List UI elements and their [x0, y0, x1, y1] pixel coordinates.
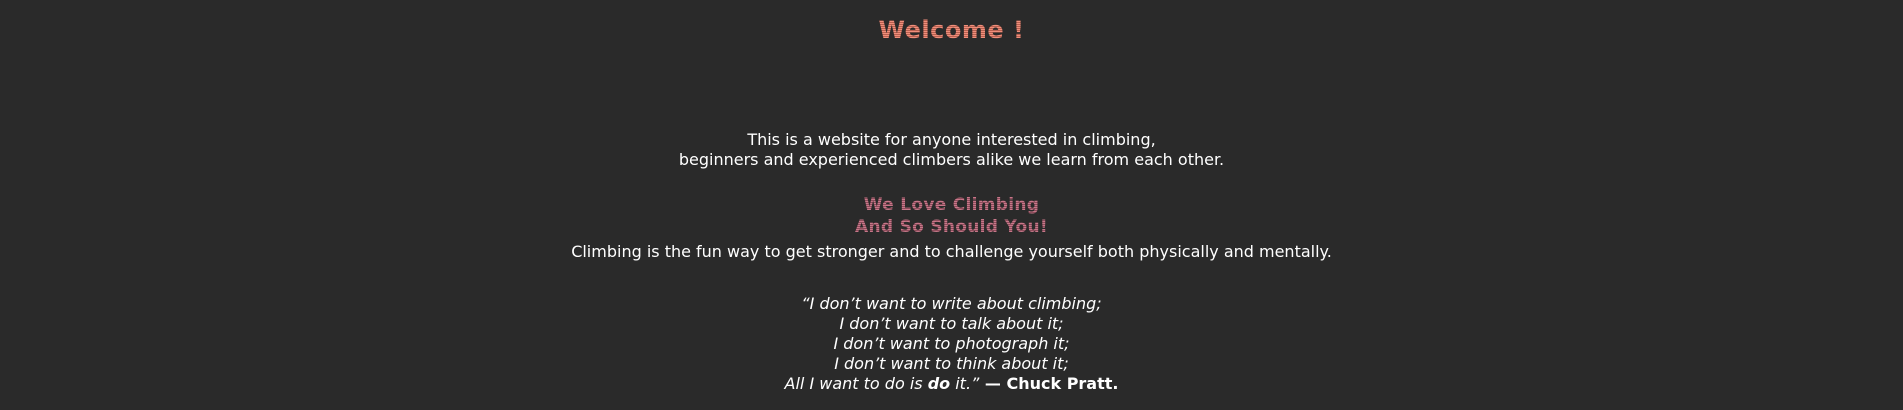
quote-line-5: All I want to do is do it.” — Chuck Prat…: [0, 374, 1903, 394]
quote-line-3: I don’t want to photograph it;: [833, 334, 1070, 353]
quote-emphasis: do: [927, 374, 951, 393]
quote-line-5-start: All I want to do is: [784, 374, 928, 393]
slogan-heading: We Love Climbing And So Should You!: [0, 194, 1903, 238]
intro-line-2: beginners and experienced climbers alike…: [678, 150, 1225, 169]
slogan-line-2: And So Should You!: [855, 217, 1048, 237]
quote-line-4: I don’t want to think about it;: [834, 354, 1069, 373]
intro-paragraph: This is a website for anyone interested …: [0, 130, 1903, 170]
page-title: Welcome !: [0, 16, 1903, 44]
intro-line-1: This is a website for anyone interested …: [747, 130, 1156, 149]
climbing-quote: “I don’t want to write about climbing; I…: [0, 294, 1903, 394]
slogan-line-1: We Love Climbing: [863, 195, 1040, 215]
quote-line-5-end: it.”: [950, 374, 980, 393]
quote-author: — Chuck Pratt.: [979, 374, 1119, 393]
pitch-paragraph: Climbing is the fun way to get stronger …: [571, 242, 1332, 261]
quote-line-2: I don’t want to talk about it;: [839, 314, 1064, 333]
page: Welcome ! This is a website for anyone i…: [0, 0, 1903, 410]
quote-line-1: “I don’t want to write about climbing;: [801, 294, 1102, 313]
